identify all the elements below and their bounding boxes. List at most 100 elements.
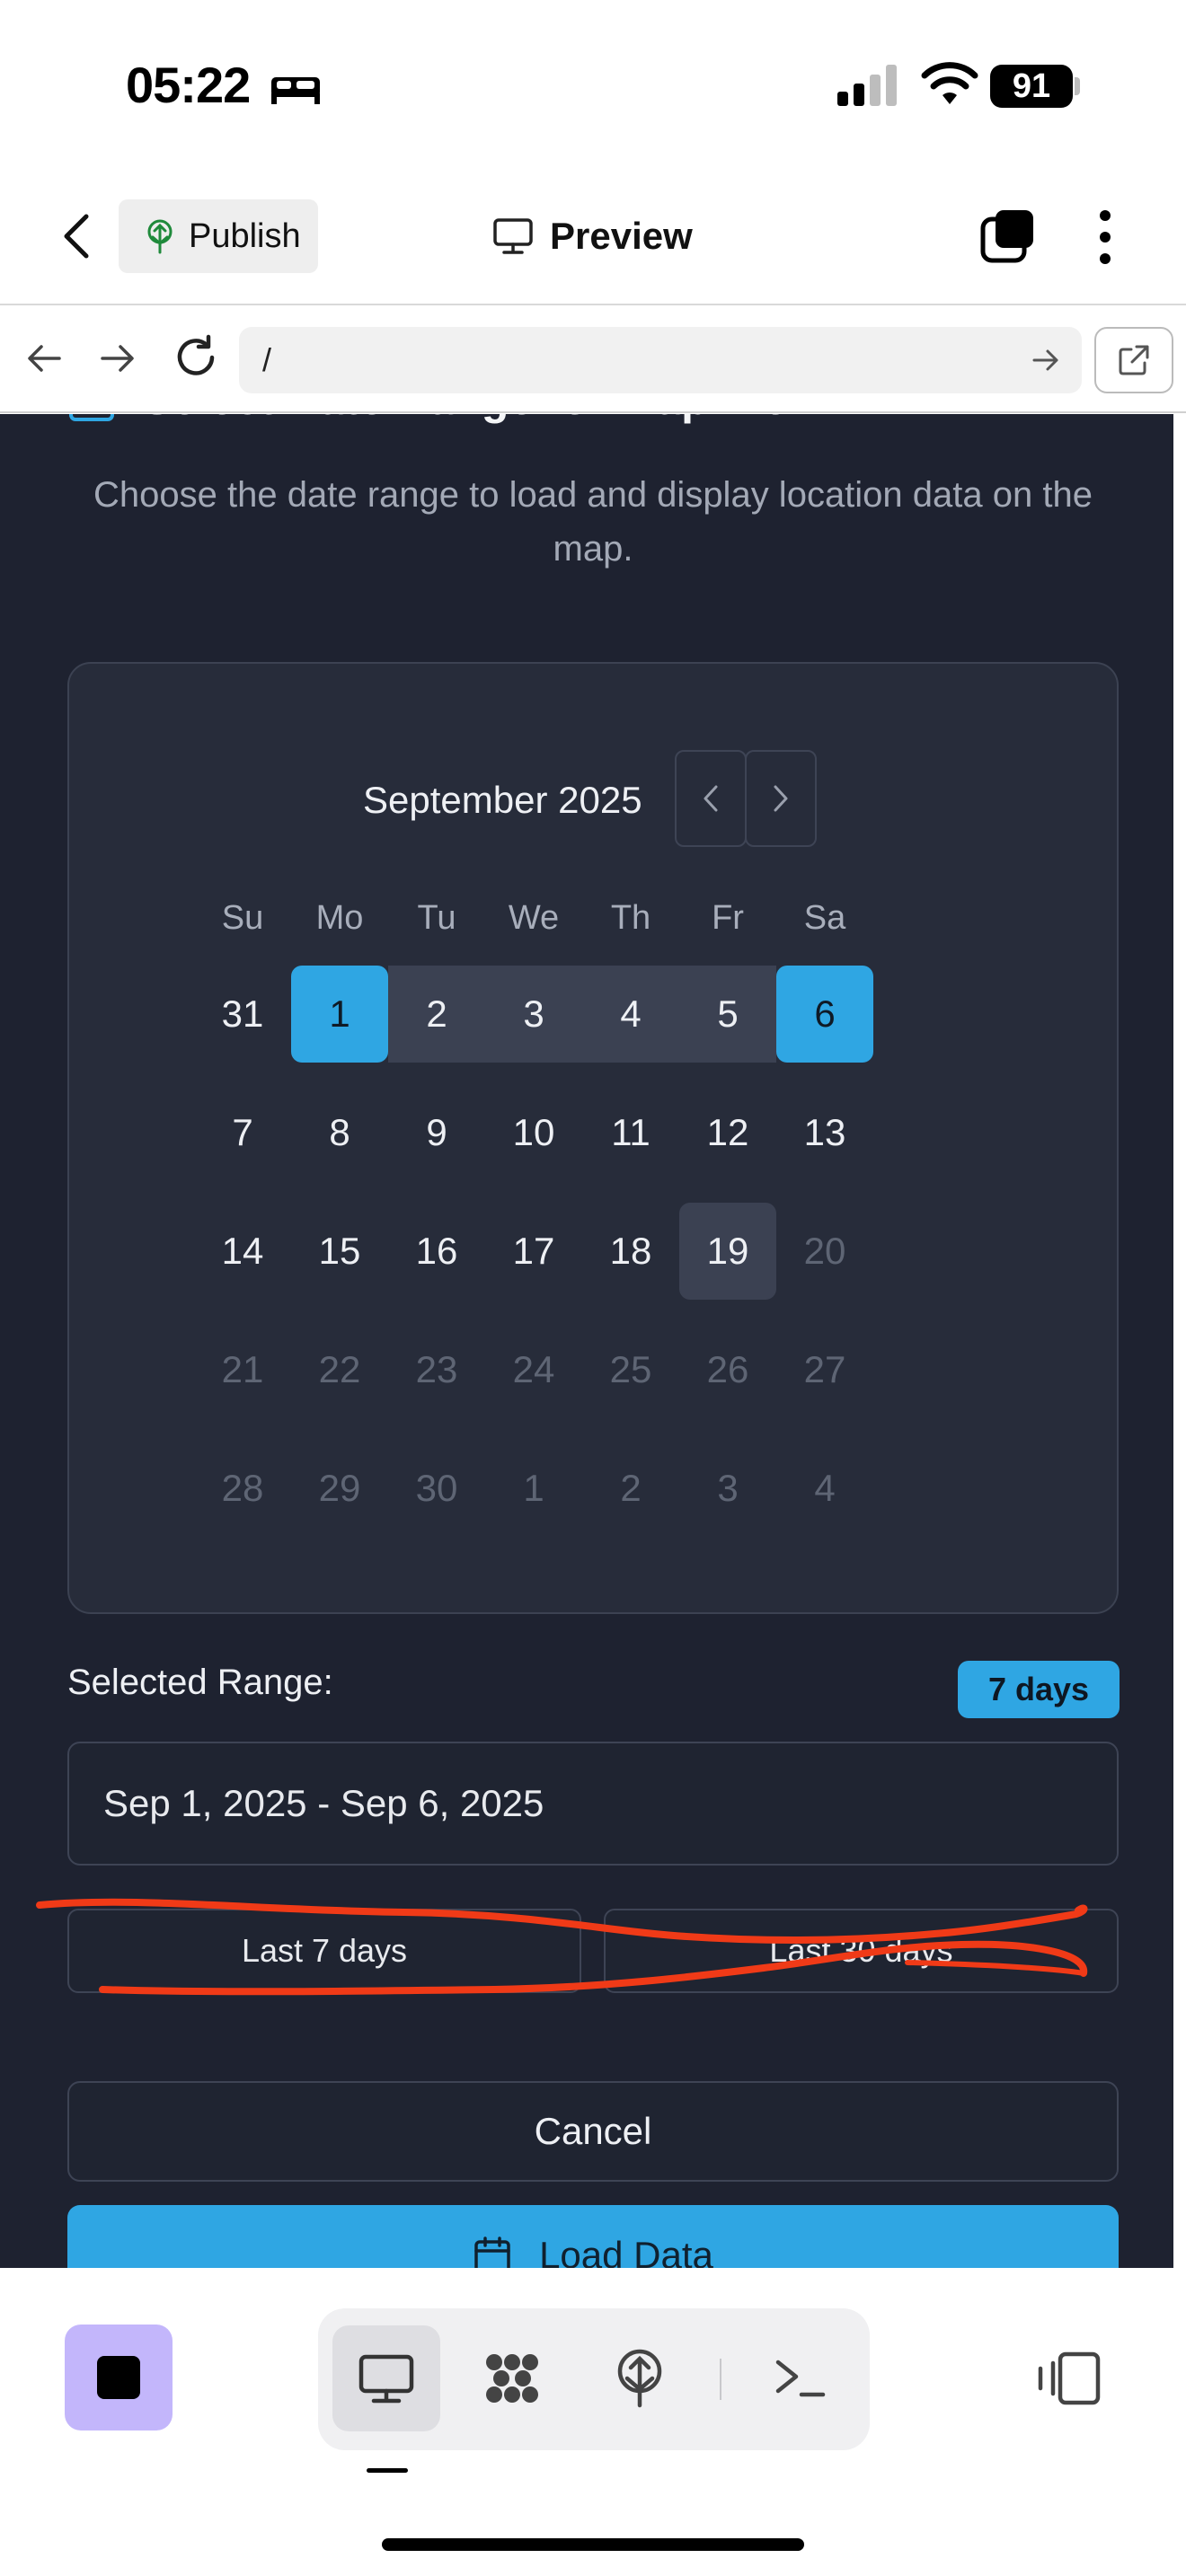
- bottom-toolbar: [0, 2268, 1186, 2576]
- weekday-label: We: [508, 899, 560, 937]
- calendar-day[interactable]: 10: [485, 1084, 582, 1181]
- calendar-day-disabled: 23: [415, 1348, 458, 1390]
- calendar-day-today[interactable]: 19: [679, 1203, 776, 1300]
- calendar-day-disabled: 3: [717, 1467, 739, 1509]
- last-30-days-button[interactable]: Last 30 days: [604, 1909, 1119, 1993]
- monitor-icon: [493, 218, 533, 254]
- weekday-label: Th: [610, 899, 651, 937]
- dialog-title: Select Date Range for Map View: [68, 414, 823, 425]
- preview-title[interactable]: Preview: [492, 208, 693, 264]
- monitor-icon: [358, 2354, 414, 2404]
- dialog-edge: [1173, 414, 1186, 2268]
- tool-switcher: [318, 2308, 870, 2450]
- calendar-week: 21 22 23 24 25 26 27: [194, 1321, 873, 1440]
- url-input[interactable]: /: [239, 327, 1082, 393]
- publish-tree-icon: [147, 219, 173, 254]
- weekday-label: Sa: [803, 899, 846, 937]
- calendar-day[interactable]: 31: [194, 966, 291, 1063]
- calendar-day[interactable]: 15: [291, 1203, 388, 1300]
- back-icon[interactable]: [56, 211, 99, 261]
- calendar-day[interactable]: 16: [388, 1203, 485, 1300]
- preview-label: Preview: [550, 215, 693, 257]
- preview-tool-button[interactable]: [332, 2325, 440, 2431]
- open-external-button[interactable]: [1094, 327, 1173, 393]
- calendar-day-disabled: 4: [814, 1467, 836, 1509]
- status-bar: 05:22 91: [0, 0, 1186, 171]
- calendar-day-disabled: 25: [609, 1348, 652, 1390]
- dialog-description: Choose the date range to load and displa…: [93, 475, 1093, 569]
- calendar-day-disabled: 22: [318, 1348, 361, 1390]
- load-data-button[interactable]: Load Data: [67, 2205, 1119, 2268]
- last-7-days-button[interactable]: Last 7 days: [67, 1909, 581, 1993]
- next-month-button[interactable]: [745, 750, 817, 847]
- calendar-icon: [69, 414, 114, 421]
- calendar-icon: [474, 2236, 510, 2268]
- calendar-day-disabled: 20: [803, 1230, 846, 1272]
- calendar-day-disabled: 28: [221, 1467, 264, 1509]
- calendar-day-range-start[interactable]: 1: [291, 966, 388, 1063]
- calendar: September 2025 Su Mo Tu We Th Fr Sa 31 1…: [67, 662, 1119, 1614]
- calendar-day[interactable]: 17: [485, 1203, 582, 1300]
- calendar-caption: September 2025: [363, 779, 642, 821]
- terminal-tool-button[interactable]: [746, 2325, 854, 2431]
- chevron-right-icon: [774, 785, 788, 812]
- panel-toggle-icon[interactable]: [1033, 2351, 1102, 2406]
- stop-icon: [97, 2356, 140, 2399]
- url-text: /: [262, 341, 272, 378]
- more-icon[interactable]: [1091, 208, 1120, 266]
- previous-month-button[interactable]: [675, 750, 747, 847]
- calendar-day[interactable]: 13: [776, 1084, 873, 1181]
- calendar-day[interactable]: 14: [194, 1203, 291, 1300]
- home-indicator[interactable]: [382, 2538, 804, 2551]
- days-count-badge: 7 days: [958, 1661, 1120, 1718]
- go-arrow-icon[interactable]: [1031, 347, 1060, 374]
- battery-indicator: 91: [990, 65, 1073, 108]
- calendar-day-disabled: 26: [706, 1348, 749, 1390]
- terminal-icon: [775, 2360, 826, 2397]
- calendar-day-disabled: 30: [415, 1467, 458, 1509]
- calendar-day-range-end[interactable]: 6: [776, 966, 873, 1063]
- publish-button[interactable]: Publish: [119, 199, 318, 273]
- forward-arrow-icon[interactable]: [99, 340, 137, 377]
- calendar-day[interactable]: 8: [291, 1084, 388, 1181]
- calendar-day-in-range[interactable]: 5: [679, 966, 776, 1063]
- calendar-day[interactable]: 7: [194, 1084, 291, 1181]
- load-data-label: Load Data: [539, 2234, 713, 2268]
- selected-range-field[interactable]: Sep 1, 2025 - Sep 6, 2025: [67, 1742, 1119, 1866]
- active-tool-indicator: [367, 2468, 408, 2473]
- battery-tip: [1075, 77, 1080, 95]
- open-external-icon: [1119, 345, 1149, 375]
- publish-label: Publish: [189, 216, 301, 255]
- publish-tree-icon: [617, 2349, 662, 2408]
- calendar-day[interactable]: 12: [679, 1084, 776, 1181]
- calendar-day-in-range[interactable]: 3: [485, 966, 582, 1063]
- calendar-week: 31 1 2 3 4 5 6: [194, 966, 873, 1084]
- publish-tool-button[interactable]: [586, 2325, 694, 2431]
- calendar-day[interactable]: 18: [582, 1203, 679, 1300]
- web-content: Select Date Range for Map View Choose th…: [0, 414, 1186, 2268]
- calendar-day-in-range[interactable]: 4: [582, 966, 679, 1063]
- calendar-week: 14 15 16 17 18 19 20: [194, 1203, 873, 1321]
- weekday-label: Fr: [712, 899, 744, 937]
- bed-icon: [271, 77, 320, 104]
- reload-icon[interactable]: [173, 334, 219, 381]
- workflow-tool-button[interactable]: [458, 2325, 566, 2431]
- calendar-day[interactable]: 9: [388, 1084, 485, 1181]
- calendar-day-in-range[interactable]: 2: [388, 966, 485, 1063]
- app-header: Publish Preview: [0, 171, 1186, 305]
- weekday-label: Su: [221, 899, 264, 937]
- calendar-day[interactable]: 11: [582, 1084, 679, 1181]
- stop-button[interactable]: [65, 2325, 173, 2430]
- calendar-day-disabled: 29: [318, 1467, 361, 1509]
- chevron-left-icon: [704, 785, 718, 812]
- back-arrow-icon[interactable]: [25, 340, 63, 377]
- toolbar-separator: [720, 2359, 721, 2400]
- weekday-header: Su Mo Tu We Th Fr Sa: [194, 899, 873, 938]
- status-time: 05:22: [126, 57, 251, 113]
- dialog-title-text: Select Date Range for Map View: [142, 414, 823, 425]
- calendar-grid: 31 1 2 3 4 5 6 7 8 9 10 11 12 13 14 15 1…: [194, 966, 873, 1558]
- cancel-button[interactable]: Cancel: [67, 2081, 1119, 2182]
- calendar-day-disabled: 24: [512, 1348, 555, 1390]
- selected-range-label: Selected Range:: [67, 1663, 333, 1702]
- tabs-icon[interactable]: [979, 207, 1039, 266]
